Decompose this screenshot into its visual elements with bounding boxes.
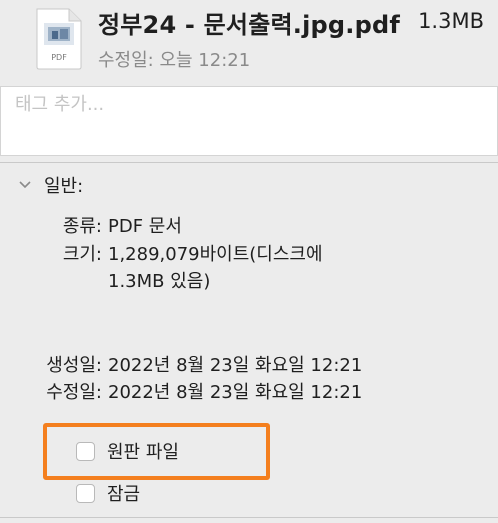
kind-label: 종류: xyxy=(62,216,102,237)
pdf-icon-label: PDF xyxy=(51,53,67,62)
size-value-line2: 1.3MB 있음) xyxy=(108,271,211,292)
size-label: 크기: xyxy=(62,244,102,265)
modified-value: 2022년 8월 23일 화요일 12:21 xyxy=(108,382,363,403)
locked-option[interactable]: 잠금 xyxy=(76,480,140,506)
size-value-line1: 1,289,079바이트(디스크에 xyxy=(108,244,323,265)
tag-input[interactable] xyxy=(13,93,487,116)
pdf-document-icon[interactable]: PDF xyxy=(34,8,84,70)
modified-label: 수정일: xyxy=(46,382,102,403)
created-label: 생성일: xyxy=(46,355,102,376)
general-section-title: 일반: xyxy=(44,176,84,197)
locked-label: 잠금 xyxy=(107,484,141,505)
divider xyxy=(0,162,498,163)
general-section-toggle[interactable]: 일반: xyxy=(18,172,83,198)
info-header: PDF 정부24 - 문서출력.jpg.pdf 1.3MB 수정일: 오늘 12… xyxy=(0,0,498,82)
tag-field[interactable] xyxy=(0,86,498,156)
chevron-down-icon xyxy=(19,181,31,189)
size-row: 크기: 1,289,079바이트(디스크에 1.3MB 있음) xyxy=(0,242,498,298)
modified-summary: 수정일: 오늘 12:21 xyxy=(98,50,251,71)
file-size: 1.3MB xyxy=(418,9,484,33)
locked-checkbox[interactable] xyxy=(76,483,95,503)
highlight-box xyxy=(43,423,270,480)
file-name: 정부24 - 문서출력.jpg.pdf xyxy=(98,11,400,39)
divider-bottom xyxy=(0,517,498,518)
kind-value: PDF 문서 xyxy=(108,216,182,237)
created-value: 2022년 8월 23일 화요일 12:21 xyxy=(108,355,363,376)
